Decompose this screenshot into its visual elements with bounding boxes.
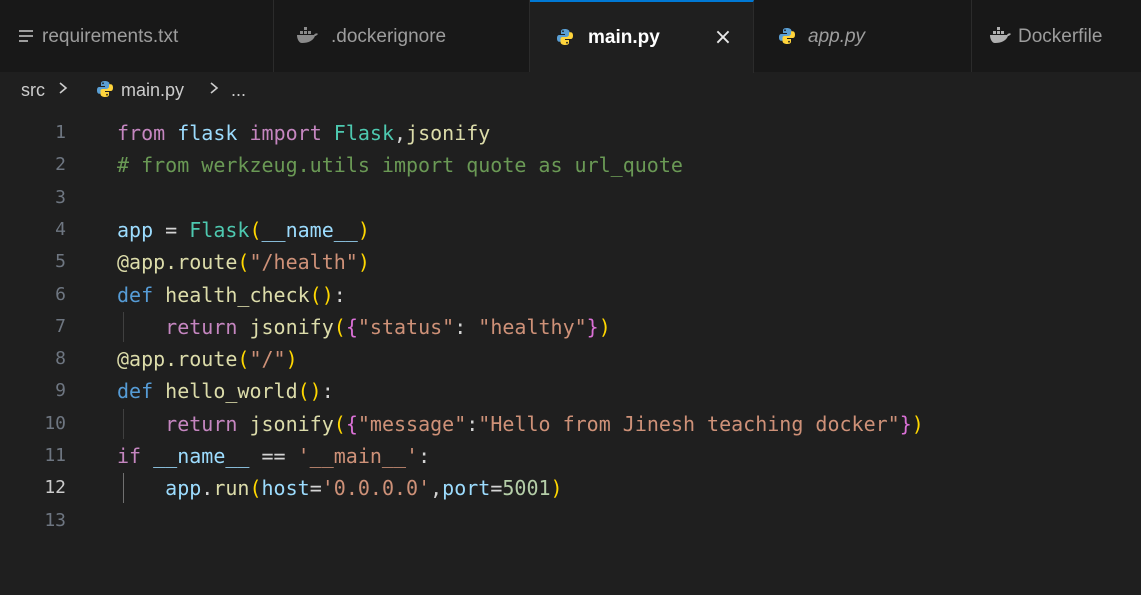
code-line[interactable]: 10 return jsonify({"message":"Hello from… xyxy=(0,408,1141,439)
tab-dockerignore[interactable]: .dockerignore xyxy=(274,0,530,72)
tab-label: Dockerfile xyxy=(1018,26,1103,47)
code-text: def health_check(): xyxy=(117,282,346,307)
line-number: 11 xyxy=(44,445,66,466)
tab-label: .dockerignore xyxy=(331,26,447,47)
line-number: 6 xyxy=(55,283,66,305)
tab-app-py[interactable]: app.py xyxy=(754,0,972,72)
code-editor[interactable]: 1 from flask import Flask,jsonify 2 # from … xyxy=(0,107,1141,595)
python-icon xyxy=(556,28,574,46)
breadcrumb-folder[interactable]: src xyxy=(21,80,45,101)
close-icon[interactable]: × xyxy=(708,23,738,53)
code-text: return jsonify({"status": "healthy"}) xyxy=(165,314,611,339)
tab-label: app.py xyxy=(808,26,866,47)
chevron-right-icon xyxy=(206,77,222,99)
line-number: 2 xyxy=(55,154,66,176)
code-line[interactable]: 8 @app.route("/") xyxy=(0,344,1141,374)
editor-window: requirements.txt .dockerignore main.py ×… xyxy=(0,0,1141,595)
line-number: 1 xyxy=(55,122,66,143)
text-lines-icon xyxy=(18,27,36,45)
code-line[interactable]: 1 from flask import Flask,jsonify xyxy=(0,118,1141,148)
line-number: 4 xyxy=(55,218,66,240)
code-text: from flask import Flask,jsonify xyxy=(117,121,491,145)
line-number: 12 xyxy=(44,477,66,499)
chevron-right-icon xyxy=(55,77,71,99)
line-number: 5 xyxy=(55,251,66,273)
code-text: # from werkzeug.utils import quote as ur… xyxy=(117,153,683,178)
code-line[interactable]: 2 # from werkzeug.utils import quote as u… xyxy=(0,150,1141,180)
docker-whale-icon xyxy=(990,27,1012,45)
line-number: 7 xyxy=(55,315,66,337)
code-line[interactable]: 4 app = Flask(__name__) xyxy=(0,215,1141,245)
breadcrumb-symbols[interactable]: ... xyxy=(231,80,246,101)
breadcrumb: src main.py ... xyxy=(0,73,1141,107)
line-number: 3 xyxy=(55,186,66,208)
code-text: return jsonify({"message":"Hello from Ji… xyxy=(165,411,924,436)
python-icon xyxy=(96,80,114,98)
python-icon xyxy=(778,27,796,45)
tab-bar: requirements.txt .dockerignore main.py ×… xyxy=(0,0,1141,73)
code-text: app = Flask(__name__) xyxy=(117,217,370,242)
line-number: 10 xyxy=(44,412,66,434)
tab-requirements-txt[interactable]: requirements.txt xyxy=(0,0,274,72)
code-text: @app.route("/health") xyxy=(117,250,370,275)
tab-label: main.py xyxy=(588,27,660,48)
code-text: if __name__ == '__main__': xyxy=(117,444,431,468)
code-line[interactable]: 13 xyxy=(0,506,1141,536)
tab-dockerfile[interactable]: Dockerfile xyxy=(972,0,1141,72)
breadcrumb-file[interactable]: main.py xyxy=(121,80,184,101)
code-line[interactable]: 6 def health_check(): xyxy=(0,280,1141,310)
tab-main-py[interactable]: main.py × xyxy=(530,0,754,73)
code-line[interactable]: 3 xyxy=(0,183,1141,213)
code-text: app.run(host='0.0.0.0',port=5001) xyxy=(165,476,563,501)
code-text: def hello_world(): xyxy=(117,379,334,404)
code-line[interactable]: 11 if __name__ == '__main__': xyxy=(0,441,1141,471)
line-number: 9 xyxy=(55,380,66,402)
code-line[interactable]: 12 app.run(host='0.0.0.0',port=5001) xyxy=(0,473,1141,504)
code-line[interactable]: 9 def hello_world(): xyxy=(0,376,1141,406)
docker-whale-icon xyxy=(297,27,319,45)
line-number: 8 xyxy=(55,348,66,370)
line-number: 13 xyxy=(44,509,66,531)
code-text: @app.route("/") xyxy=(117,347,298,372)
code-line[interactable]: 7 return jsonify({"status": "healthy"}) xyxy=(0,311,1141,342)
tab-label: requirements.txt xyxy=(42,26,179,47)
code-line[interactable]: 5 @app.route("/health") xyxy=(0,247,1141,277)
